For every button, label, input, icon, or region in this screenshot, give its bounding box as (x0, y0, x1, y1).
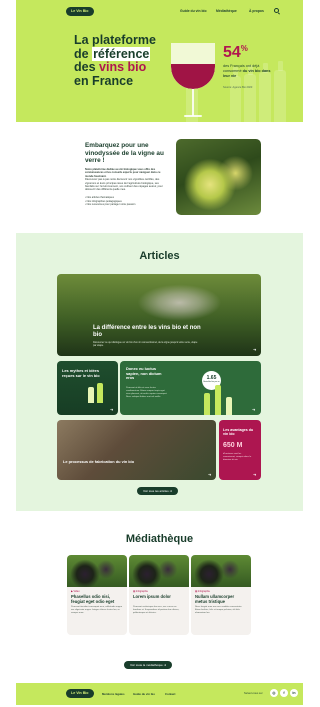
bottle-icon (204, 393, 210, 415)
article-card-featured[interactable]: La différence entre les vins bio et non … (57, 274, 261, 356)
intro-body: Notre plateforme dédiée au vin biologiqu… (85, 168, 163, 192)
footer: Le Vin Bio Mentions légales Guide du vin… (16, 683, 303, 705)
linkedin-icon[interactable]: in (290, 689, 298, 697)
media-excerpt: Praesent scelerisque leo arcu, nec cursu… (133, 606, 180, 614)
arrow-right-icon: ➜ (110, 407, 114, 412)
mediatheque-title: Médiathèque (125, 533, 194, 545)
bottle-icon (97, 383, 103, 403)
footer-link-legal[interactable]: Mentions légales (102, 692, 125, 696)
media-excerpt: Praesent tincidunt consequat arcu, solli… (71, 606, 123, 614)
article-title: La différence entre les vins bio et non … (93, 325, 201, 338)
article-card-advantages[interactable]: Les avantages du vin bio 650 M d'hectare… (219, 420, 261, 480)
footer-logo[interactable]: Le Vin Bio (66, 689, 94, 698)
article-card-donec[interactable]: Donec eu luctus sapien, non dictum eros … (120, 361, 261, 415)
all-media-button[interactable]: Voir toute la médiathèque ➜ (124, 661, 173, 669)
media-tag: ▦ Infographie (133, 590, 148, 593)
search-icon[interactable] (274, 8, 279, 13)
media-excerpt: Nunc feugiat urna non arcu sodales conse… (195, 606, 242, 614)
list-item: Nos ressources pour partager notre passi… (85, 203, 168, 207)
article-title: Les mythes et idées reçues sur le vin bi… (62, 368, 100, 378)
bottle-icon (215, 385, 221, 415)
hero-title-line: en France (74, 73, 134, 88)
media-title: Nullam ullamcorper metus tristique (195, 594, 235, 604)
site-logo[interactable]: Le Vin Bio (66, 7, 94, 16)
article-excerpt: Découvrez ce qui distingue un vin bio d'… (93, 341, 198, 347)
all-articles-button[interactable]: Voir tous les articles ➜ (137, 487, 178, 495)
stat-description: des Français ont déjà consommé du vin bi… (223, 64, 271, 78)
arrow-right-icon: ➜ (253, 347, 257, 352)
hero-title-line: La plateforme (74, 33, 156, 47)
stat-value: 650 M (223, 442, 243, 449)
media-image (191, 555, 251, 587)
articles-section: Articles La différence entre les vins bi… (16, 233, 303, 511)
grapes-image (176, 139, 261, 215)
stat-description: d'hectares sont lus connaissent, compris… (223, 453, 252, 461)
media-card[interactable]: ▦ Infographie Nullam ullamcorper metus t… (191, 555, 251, 635)
articles-title: Articles (139, 250, 180, 262)
intro-title: Embarquez pour une vinodyssée de la vign… (85, 142, 164, 165)
hero-title-highlight-red: vins bio (99, 60, 147, 75)
media-tag: ▶ Vidéo (71, 590, 80, 593)
article-title: Le processus de fabrication du vin bio (63, 459, 135, 464)
hero-title-line: des (74, 60, 100, 75)
stat-source: Source: Agence Bio 2023 (223, 86, 253, 89)
media-image (129, 555, 189, 587)
article-card-myths[interactable]: Les mythes et idées reçues sur le vin bi… (57, 361, 118, 415)
arrow-right-icon: ➜ (208, 472, 212, 477)
wine-glass-icon (171, 43, 215, 89)
arrow-right-icon: ➜ (252, 407, 256, 412)
footer-link-contact[interactable]: Contact (165, 692, 175, 696)
hero-title-highlight: référence (92, 46, 151, 61)
facebook-icon[interactable]: f (280, 689, 288, 697)
bottle-icon (88, 387, 94, 403)
nav-link-mediatheque[interactable]: Médiathèque (216, 9, 237, 13)
media-card[interactable]: ▦ Infographie Lorem ipsum dolor Praesent… (129, 555, 189, 635)
wine-glass-foot (184, 115, 202, 117)
bottle-icon (226, 397, 232, 415)
media-title: Lorem ipsum dolor (133, 594, 171, 599)
article-excerpt: Praesent at felis et nunc luctus condime… (126, 387, 168, 398)
wine-glass-stem (192, 89, 194, 116)
badge-label: Bouteilles bio par an (203, 381, 220, 383)
media-title: Phasellus odio nisi, feugiat eget odio e… (71, 594, 115, 604)
intro-list: Nos articles thématiques Nos infographie… (85, 196, 168, 207)
article-card-process[interactable]: Le processus de fabrication du vin bio ➜ (57, 420, 216, 480)
carousel-dots (233, 114, 246, 122)
nav-link-guide[interactable]: Guide du vin bio (180, 9, 207, 13)
hero-title-line: de (74, 46, 93, 61)
top-nav: Le Vin Bio Guide du vin bio Médiathèque … (16, 6, 303, 18)
follow-label: Suivez-nous sur (244, 692, 263, 695)
article-title: Donec eu luctus sapien, non dictum eros (126, 366, 162, 381)
article-title: Les avantages du vin bio (223, 428, 254, 437)
bottle-icon (274, 61, 286, 122)
media-card[interactable]: ▶ Vidéo Phasellus odio nisi, feugiat ege… (67, 555, 127, 635)
bottle-icon (259, 63, 271, 122)
stat-value: 54% (223, 44, 248, 61)
media-tag: ▦ Infographie (195, 590, 210, 593)
instagram-icon[interactable]: ◎ (270, 689, 278, 697)
media-image (67, 555, 127, 587)
bottle-icon (244, 65, 256, 122)
nav-link-about[interactable]: À propos (249, 9, 264, 13)
arrow-right-icon: ➜ (253, 472, 257, 477)
footer-link-guide[interactable]: Guide du vin bio (133, 692, 155, 696)
hero-section: Le Vin Bio Guide du vin bio Médiathèque … (16, 0, 303, 122)
